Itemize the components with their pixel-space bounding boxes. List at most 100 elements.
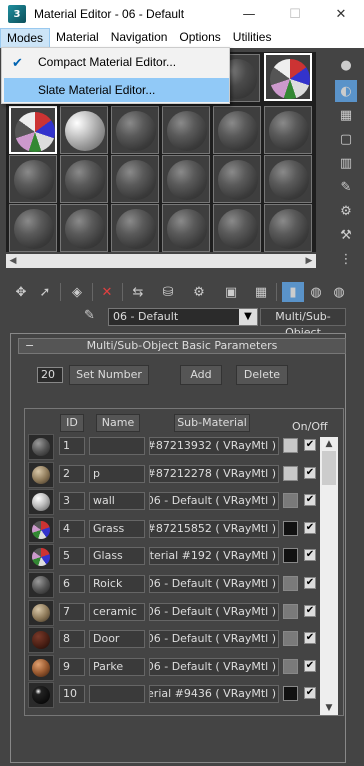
submaterial-name-field[interactable]: wall [89, 492, 145, 511]
sample-slot[interactable] [264, 155, 312, 203]
add-button[interactable]: Add [180, 365, 222, 385]
menu-material[interactable]: Material [50, 28, 105, 48]
scroll-right-icon[interactable]: ▶ [302, 254, 316, 268]
sample-type-icon[interactable]: ● [335, 54, 357, 76]
submaterial-color-swatch[interactable] [283, 603, 298, 619]
submaterial-enable-checkbox[interactable]: ✔ [304, 521, 316, 534]
submaterial-name-field[interactable]: Door [89, 630, 145, 649]
pick-material-icon[interactable]: ✎ [84, 308, 102, 326]
scroll-thumb[interactable] [322, 451, 336, 485]
submaterial-enable-checkbox[interactable]: ✔ [304, 604, 316, 617]
submaterial-enable-checkbox[interactable]: ✔ [304, 549, 316, 562]
sample-slot[interactable] [60, 155, 108, 203]
submaterial-color-swatch[interactable] [283, 576, 298, 591]
go-forward-sibling-icon[interactable]: ◍ [305, 282, 327, 302]
reset-map-icon[interactable]: ✕ [96, 282, 118, 302]
sample-slot[interactable] [264, 106, 312, 154]
submaterial-preview[interactable] [28, 544, 54, 571]
slots-horizontal-scrollbar[interactable]: ◀ ▶ [6, 254, 316, 268]
collapse-icon[interactable]: − [25, 339, 34, 353]
submaterial-enable-checkbox[interactable]: ✔ [304, 659, 316, 672]
menu-item-compact-editor[interactable]: ✔ Compact Material Editor... [4, 50, 229, 74]
material-type-button[interactable]: Multi/Sub-Object [260, 308, 346, 339]
material-name-field[interactable]: 06 - Default ▼ [108, 308, 258, 326]
column-name-header[interactable]: Name [96, 414, 140, 432]
submaterial-button[interactable]: 06 - Default ( VRayMtl ) [149, 602, 279, 621]
rollout-header[interactable]: − Multi/Sub-Object Basic Parameters [18, 338, 346, 354]
submaterial-color-swatch[interactable] [283, 658, 298, 674]
submaterial-id-field[interactable]: 3 [59, 492, 85, 511]
video-color-check-icon[interactable]: ▥ [335, 152, 357, 174]
submaterial-name-field[interactable]: Grass [89, 519, 145, 538]
put-to-library-icon[interactable]: ⛁ [157, 282, 179, 302]
submaterial-name-field[interactable] [89, 685, 145, 704]
scroll-left-icon[interactable]: ◀ [6, 254, 20, 268]
sample-slot[interactable] [213, 155, 261, 203]
submaterial-color-swatch[interactable] [283, 493, 298, 509]
assign-to-selection-icon[interactable]: ◈ [66, 282, 88, 302]
set-number-button[interactable]: Set Number [69, 365, 149, 385]
show-shaded-material-icon[interactable]: ▣ [220, 282, 242, 302]
submaterial-preview[interactable] [28, 489, 54, 516]
submaterial-name-field[interactable]: Parke [89, 657, 145, 676]
submaterial-id-field[interactable]: 4 [59, 519, 85, 538]
make-preview-icon[interactable]: ✎ [335, 176, 357, 198]
submaterial-button[interactable]: 06 - Default ( VRayMtl ) [149, 575, 279, 593]
sample-slot[interactable] [9, 155, 57, 203]
submaterial-button[interactable]: 06 - Default ( VRayMtl ) [149, 492, 279, 511]
get-material-icon[interactable]: ✥ [10, 282, 32, 302]
submaterial-enable-checkbox[interactable]: ✔ [304, 494, 316, 507]
submaterial-preview[interactable] [28, 654, 54, 681]
select-by-material-icon[interactable]: ⚒ [335, 224, 357, 246]
submaterial-button[interactable]: Material #192 ( VRayMtl ) [149, 547, 279, 566]
submaterial-id-field[interactable]: 5 [59, 547, 85, 566]
menu-utilities[interactable]: Utilities [227, 28, 278, 48]
material-id-channel-icon[interactable]: ⚙ [188, 282, 210, 302]
submaterial-button[interactable]: aterial #9436 ( VRayMtl ) [149, 685, 279, 704]
submaterial-button[interactable]: al #87212278 ( VRayMtl ) [149, 464, 279, 483]
submaterial-enable-checkbox[interactable]: ✔ [304, 577, 316, 589]
sample-slot[interactable] [213, 204, 261, 252]
sample-slot[interactable] [111, 106, 159, 154]
submaterial-enable-checkbox[interactable]: ✔ [304, 687, 316, 700]
sample-uv-tiling-icon[interactable]: ▢ [335, 128, 357, 150]
delete-button[interactable]: Delete [236, 365, 288, 385]
background-checker-icon[interactable]: ▦ [335, 104, 357, 126]
sample-slot[interactable] [162, 204, 210, 252]
submaterial-id-field[interactable]: 7 [59, 602, 85, 621]
submaterial-color-swatch[interactable] [283, 686, 298, 702]
submaterial-color-swatch[interactable] [283, 548, 298, 564]
submaterial-id-field[interactable]: 10 [59, 685, 85, 704]
sample-slot[interactable] [9, 106, 57, 154]
submaterial-id-field[interactable]: 2 [59, 464, 85, 483]
sample-slot[interactable] [162, 106, 210, 154]
submaterial-preview[interactable] [28, 572, 54, 598]
chevron-down-icon[interactable]: ▼ [239, 309, 257, 325]
put-to-scene-icon[interactable]: ➚ [34, 282, 56, 302]
options-icon-bottom[interactable]: ◍ [328, 282, 350, 302]
number-of-submaterials-field[interactable]: 20 [37, 367, 63, 383]
submaterial-id-field[interactable]: 8 [59, 630, 85, 649]
submaterial-button[interactable]: 06 - Default ( VRayMtl ) [149, 657, 279, 676]
submaterial-name-field[interactable]: ceramic [89, 602, 145, 621]
options-icon[interactable]: ⚙ [335, 200, 357, 222]
submaterial-preview[interactable] [28, 599, 54, 626]
submaterial-enable-checkbox[interactable]: ✔ [304, 439, 316, 451]
submaterial-color-swatch[interactable] [283, 465, 298, 481]
sample-slot[interactable] [60, 204, 108, 252]
sample-slot[interactable] [111, 204, 159, 252]
submaterial-enable-checkbox[interactable]: ✔ [304, 466, 316, 479]
backlight-icon[interactable]: ◐ [335, 80, 357, 102]
column-id-header[interactable]: ID [60, 414, 84, 432]
minimize-button[interactable]: — [226, 0, 272, 28]
material-map-navigator-icon[interactable]: ⋮ [335, 248, 357, 270]
submaterial-button[interactable]: al #87213932 ( VRayMtl ) [149, 437, 279, 455]
sample-slot[interactable] [60, 106, 108, 154]
submaterial-enable-checkbox[interactable]: ✔ [304, 632, 316, 645]
menu-navigation[interactable]: Navigation [105, 28, 174, 48]
submaterial-name-field[interactable] [89, 437, 145, 455]
menu-options[interactable]: Options [173, 28, 226, 48]
submaterial-id-field[interactable]: 9 [59, 657, 85, 676]
maximize-button[interactable]: ☐ [272, 0, 318, 28]
submaterial-button[interactable]: al #87215852 ( VRayMtl ) [149, 519, 279, 538]
